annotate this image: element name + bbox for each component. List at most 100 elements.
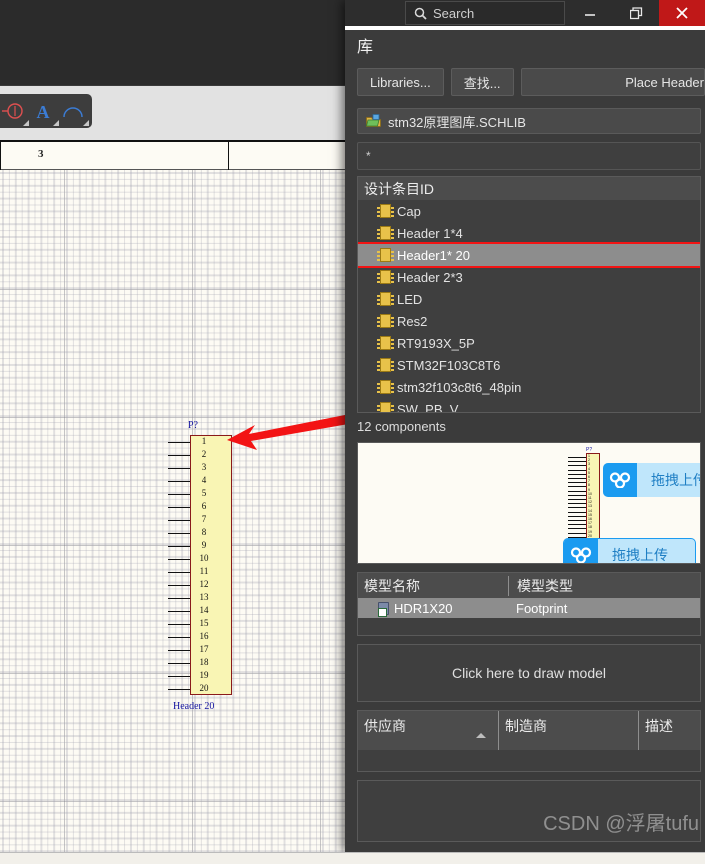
- symbol-reference-label: P?: [188, 420, 198, 431]
- component-chip-icon: [377, 402, 394, 412]
- symbol-pin-number: 11: [199, 566, 209, 576]
- upload-badge-2[interactable]: 拖拽上传: [563, 538, 696, 563]
- symbol-pin-wire[interactable]: [168, 520, 190, 521]
- place-header-button[interactable]: Place Header: [520, 68, 705, 96]
- component-chip-icon: [377, 380, 394, 394]
- ruler-label: 3: [38, 148, 44, 160]
- component-list-item[interactable]: Res2: [358, 310, 700, 332]
- upload-badge-1-label: 拖拽上传: [651, 472, 700, 488]
- manufacturer-column-label: 制造商: [505, 718, 547, 734]
- component-list-item[interactable]: Header 2*3: [358, 266, 700, 288]
- symbol-pin-wire[interactable]: [168, 507, 190, 508]
- symbol-pin-wire[interactable]: [168, 676, 190, 677]
- symbol-footprint-label: Header 20: [173, 701, 215, 712]
- symbol-pin-wire[interactable]: [168, 637, 190, 638]
- symbol-pin-wire[interactable]: [168, 533, 190, 534]
- symbol-pin-number: 5: [201, 488, 207, 498]
- symbol-pin-wire[interactable]: [168, 494, 190, 495]
- symbol-pin-wire[interactable]: [168, 481, 190, 482]
- sort-ascending-icon[interactable]: [476, 733, 486, 738]
- footprint-icon: [378, 601, 389, 617]
- screenshot-root: A 3 P? 12 3 4 5 6 7 8 9 10 11 12 13 14 1…: [0, 0, 705, 864]
- symbol-pin-wire[interactable]: [168, 611, 190, 612]
- symbol-pin-wire[interactable]: [168, 442, 190, 443]
- component-list-item-label: LED: [397, 291, 423, 307]
- component-list-item-selected[interactable]: Header1* 20: [358, 242, 700, 268]
- filter-input[interactable]: *: [357, 142, 701, 170]
- model-type-column-header: 模型类型: [508, 575, 700, 596]
- component-chip-icon: [377, 336, 394, 350]
- component-symbol-header20[interactable]: P? 1 2 3 4 5 6 7 8 9 10 11 12 13 14 15 16 17 18 19 20 Heade…: [160, 420, 260, 720]
- cloud-upload-icon: [603, 463, 637, 497]
- component-list-item-label: Cap: [397, 203, 421, 219]
- minimize-button[interactable]: [567, 0, 613, 26]
- component-list-item[interactable]: LED: [358, 288, 700, 310]
- component-list-item-label: Header 1*4: [397, 225, 463, 241]
- symbol-pin-wire[interactable]: [168, 598, 190, 599]
- description-column-header[interactable]: 描述: [638, 711, 700, 750]
- model-table-body[interactable]: HDR1X20 Footprint: [357, 598, 701, 636]
- symbol-pin-number: 16: [199, 631, 209, 641]
- component-chip-icon: [377, 248, 394, 262]
- filter-value: *: [366, 149, 371, 163]
- restore-button[interactable]: [613, 0, 659, 26]
- symbol-pin-number: 4: [201, 475, 207, 485]
- symbol-pin-number: 12: [199, 579, 209, 589]
- component-chip-icon: [377, 204, 394, 218]
- component-preview[interactable]: P? 1234567891011121314151617181920 拖拽上传: [357, 442, 701, 564]
- symbol-pin-wire[interactable]: [168, 455, 190, 456]
- component-list-item-label: SW_PB_V: [397, 401, 459, 413]
- preview-pin-wire: [568, 486, 586, 488]
- symbol-pin-number: 20: [199, 683, 209, 693]
- component-list-header: 设计条目ID: [357, 176, 701, 200]
- symbol-pin-number: 7: [201, 514, 207, 524]
- symbol-pin-wire[interactable]: [168, 689, 190, 690]
- symbol-pin-wire[interactable]: [168, 663, 190, 664]
- arc-caret-icon[interactable]: [83, 120, 89, 126]
- component-list[interactable]: Cap Header 1*4 Header1* 20 Header 2*3 LED Res…: [357, 200, 701, 413]
- library-select[interactable]: stm32原理图库.SCHLIB: [357, 108, 701, 134]
- model-table-header: 模型名称 模型类型: [357, 572, 701, 598]
- preview-pin-wire: [568, 499, 586, 500]
- supplier-table-body[interactable]: [357, 750, 701, 772]
- symbol-pin-wire[interactable]: [168, 572, 190, 573]
- symbol-pin-wire[interactable]: [168, 585, 190, 586]
- symbol-pin-wire[interactable]: [168, 559, 190, 560]
- net-label-icon[interactable]: [0, 98, 29, 126]
- minimize-icon: [585, 14, 595, 16]
- component-list-item[interactable]: Header 1*4: [358, 222, 700, 244]
- text-string-icon[interactable]: A: [30, 98, 59, 126]
- net-label-caret-icon[interactable]: [23, 120, 29, 126]
- component-list-item[interactable]: Cap: [358, 200, 700, 222]
- preview-pin-wire: [568, 532, 586, 534]
- symbol-pin-wire[interactable]: [168, 468, 190, 469]
- symbol-pin-wire[interactable]: [168, 650, 190, 651]
- model-table-row[interactable]: HDR1X20 Footprint: [358, 598, 700, 618]
- component-list-item[interactable]: STM32F103C8T6: [358, 354, 700, 376]
- manufacturer-column-header[interactable]: 制造商: [498, 711, 638, 750]
- component-list-item-label: stm32f103c8t6_48pin: [397, 379, 522, 395]
- symbol-pin-number: 3: [201, 462, 207, 472]
- close-button[interactable]: [659, 0, 705, 26]
- component-chip-icon: [377, 358, 394, 372]
- find-button[interactable]: 查找...: [450, 68, 514, 96]
- component-list-item[interactable]: RT9193X_5P: [358, 332, 700, 354]
- search-input[interactable]: Search: [405, 1, 565, 25]
- draw-model-area[interactable]: Click here to draw model: [357, 644, 701, 702]
- symbol-pin-wire[interactable]: [168, 624, 190, 625]
- text-string-caret-icon[interactable]: [53, 120, 59, 126]
- symbol-pin-number: 10: [199, 553, 209, 563]
- component-list-item[interactable]: SW_PB_V: [358, 398, 700, 413]
- supplier-column-header[interactable]: 供应商: [358, 711, 498, 750]
- libraries-button[interactable]: Libraries...: [357, 68, 444, 96]
- component-list-item[interactable]: stm32f103c8t6_48pin: [358, 376, 700, 398]
- model-name-cell-wrapper: HDR1X20: [358, 601, 508, 617]
- upload-badge-1[interactable]: 拖拽上传: [603, 463, 700, 497]
- panel-title: 库: [345, 30, 705, 60]
- arc-icon[interactable]: [60, 98, 89, 126]
- symbol-pin-wire[interactable]: [168, 546, 190, 547]
- preview-pin-wire: [568, 524, 586, 526]
- preview-pin-wire: [568, 465, 586, 467]
- panel-button-row: Libraries... 查找... Place Header: [345, 62, 705, 102]
- preview-pin-wire: [568, 461, 586, 463]
